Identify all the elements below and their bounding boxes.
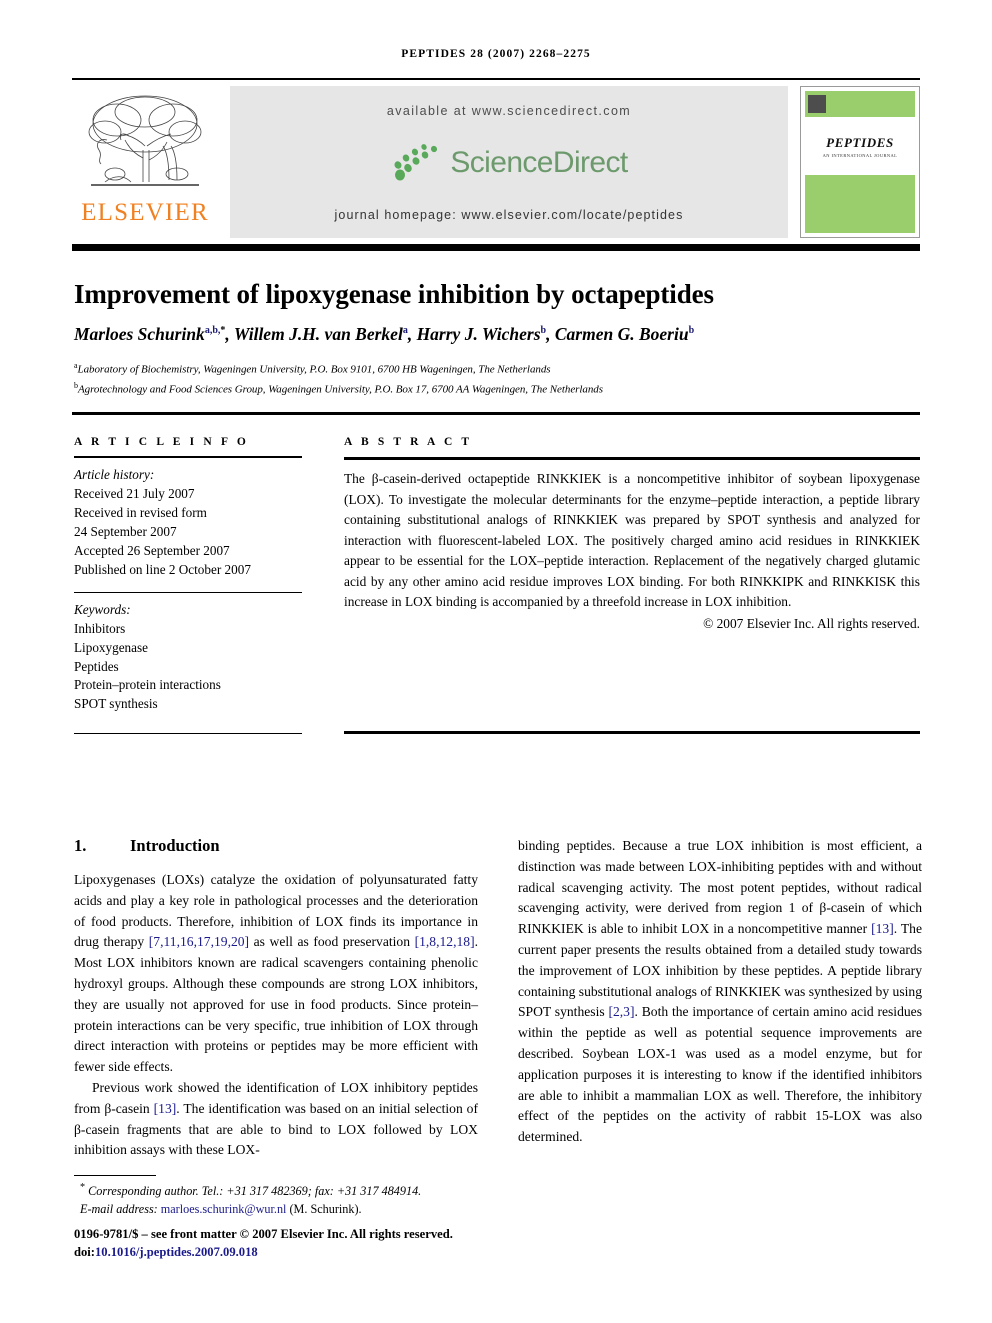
abstract-bottom-rule (344, 731, 920, 735)
elsevier-tree-icon (88, 95, 202, 186)
footnote-block: * Corresponding author. Tel.: +31 317 48… (74, 1181, 494, 1218)
text-run: . Both the importance of certain amino a… (518, 1004, 922, 1145)
cover-journal-subtitle: AN INTERNATIONAL JOURNAL (822, 152, 898, 158)
author-3: Harry J. Wichersb (416, 324, 547, 344)
affiliation-b-text: Agrotechnology and Food Sciences Group, … (77, 383, 603, 396)
body-columns: 1. Introduction Lipoxygenases (LOXs) cat… (74, 836, 922, 1161)
history-item: Received 21 July 2007 (74, 486, 195, 502)
body-column-left: 1. Introduction Lipoxygenases (LOXs) cat… (74, 836, 478, 1161)
email-note: E-mail address: marloes.schurink@wur.nl … (74, 1201, 494, 1219)
elsevier-wordmark: ELSEVIER (81, 199, 209, 226)
sciencedirect-logo[interactable]: ScienceDirect (390, 143, 628, 183)
citation-ref[interactable]: [13] (154, 1101, 177, 1116)
keyword-item: Lipoxygenase (74, 639, 148, 655)
running-head: PEPTIDES 28 (2007) 2268–2275 (401, 48, 591, 60)
cover-topbar (805, 91, 915, 117)
sciencedirect-banner: available at www.sciencedirect.com Scien… (230, 86, 788, 238)
masthead: ELSEVIER available at www.sciencedirect.… (72, 86, 920, 238)
doi-line: doi:10.1016/j.peptides.2007.09.018 (74, 1244, 504, 1262)
corresponding-author-note: * Corresponding author. Tel.: +31 317 48… (74, 1181, 494, 1201)
masthead-bottom-bar (72, 244, 920, 251)
article-info-heading: A R T I C L E I N F O (74, 436, 249, 448)
abstract-heading: A B S T R A C T (344, 436, 473, 448)
intro-paragraph-1: Lipoxygenases (LOXs) catalyze the oxidat… (74, 870, 478, 1078)
history-item: 24 September 2007 (74, 524, 177, 540)
cover-titleblock: PEPTIDES AN INTERNATIONAL JOURNAL (805, 117, 915, 175)
body-column-right: binding peptides. Because a true LOX inh… (518, 836, 922, 1161)
sciencedirect-wordmark: ScienceDirect (450, 146, 628, 179)
history-item: Received in revised form (74, 505, 207, 521)
cover-art-area (805, 175, 915, 233)
journal-homepage-text[interactable]: journal homepage: www.elsevier.com/locat… (335, 208, 684, 222)
imprint-block: 0196-9781/$ – see front matter © 2007 El… (74, 1226, 504, 1262)
article-history-label: Article history: (74, 467, 155, 483)
article-page: PEPTIDES 28 (2007) 2268–2275 ELSEVIER av… (0, 0, 992, 1323)
abstract-text: The β-casein-derived octapeptide RINKKIE… (344, 471, 920, 610)
corresponding-marker: * (80, 1182, 86, 1193)
author-1: Marloes Schurinka,b,* (74, 324, 226, 344)
abstract-column: A B S T R A C T The β-casein-derived oct… (344, 436, 920, 632)
section-number: 1. (74, 836, 87, 855)
doi-label: doi: (74, 1244, 95, 1259)
email-owner: (M. Schurink). (289, 1201, 362, 1216)
keyword-item: Peptides (74, 658, 119, 674)
keywords-rule (74, 591, 302, 593)
author-4: Carmen G. Boeriub (554, 324, 695, 344)
author-sep: , (225, 324, 234, 344)
cover-publisher-icon (808, 95, 826, 113)
history-item: Published on line 2 October 2007 (74, 561, 251, 577)
abstract-rule (344, 457, 920, 461)
article-info-rule (74, 456, 302, 459)
section-title: Introduction (130, 836, 220, 855)
author-2: Willem J.H. van Berkela (233, 324, 408, 344)
text-run: binding peptides. Because a true LOX inh… (518, 838, 922, 937)
keyword-item: Inhibitors (74, 620, 126, 636)
corresponding-author-text: Corresponding author. Tel.: +31 317 4823… (88, 1184, 422, 1199)
issn-line: 0196-9781/$ – see front matter © 2007 El… (74, 1227, 453, 1241)
keyword-item: Protein–protein interactions (74, 677, 221, 693)
doi-link[interactable]: 10.1016/j.peptides.2007.09.018 (95, 1245, 258, 1259)
text-run: as well as food preservation (249, 934, 415, 950)
email-label: E-mail address: (80, 1201, 158, 1216)
email-link[interactable]: marloes.schurink@wur.nl (161, 1202, 287, 1216)
page-title: Improvement of lipoxygenase inhibition b… (74, 279, 714, 310)
sciencedirect-swoosh-icon (394, 144, 438, 181)
citation-ref[interactable]: [13] (871, 921, 894, 936)
intro-paragraph-2: Previous work showed the identification … (74, 1078, 478, 1161)
abstract-copyright: © 2007 Elsevier Inc. All rights reserved… (703, 615, 920, 631)
citation-ref[interactable]: [7,11,16,17,19,20] (149, 934, 249, 949)
title-bottom-rule (72, 412, 920, 416)
article-info-column: A R T I C L E I N F O Article history: R… (74, 436, 302, 714)
section-heading-introduction: 1. Introduction (74, 836, 478, 856)
author-list: Marloes Schurinka,b,*, Willem J.H. van B… (74, 324, 695, 344)
citation-ref[interactable]: [2,3] (608, 1004, 634, 1019)
keywords-list: Keywords: Inhibitors Lipoxygenase Peptid… (74, 601, 302, 714)
article-info-bottom-rule (74, 733, 302, 735)
affiliation-a: aLaboratory of Biochemistry, Wageningen … (74, 361, 924, 376)
history-item: Accepted 26 September 2007 (74, 542, 230, 558)
journal-cover-thumbnail: PEPTIDES AN INTERNATIONAL JOURNAL (800, 86, 920, 238)
citation-ref[interactable]: [1,8,12,18] (415, 934, 475, 949)
keyword-item: SPOT synthesis (74, 696, 158, 712)
affiliation-b: bAgrotechnology and Food Sciences Group,… (74, 381, 924, 396)
footnote-rule (74, 1175, 156, 1177)
intro-paragraph-3: binding peptides. Because a true LOX inh… (518, 836, 922, 1148)
available-at-text: available at www.sciencedirect.com (386, 104, 632, 118)
article-history: Article history: Received 21 July 2007 R… (74, 466, 302, 579)
affiliation-a-text: Laboratory of Biochemistry, Wageningen U… (77, 363, 551, 376)
header-rule (72, 78, 920, 80)
cover-journal-title: PEPTIDES (826, 134, 894, 150)
text-run: . Most LOX inhibitors known are radical … (74, 934, 478, 1075)
elsevier-logo: ELSEVIER (72, 86, 218, 238)
keywords-label: Keywords: (74, 601, 131, 617)
